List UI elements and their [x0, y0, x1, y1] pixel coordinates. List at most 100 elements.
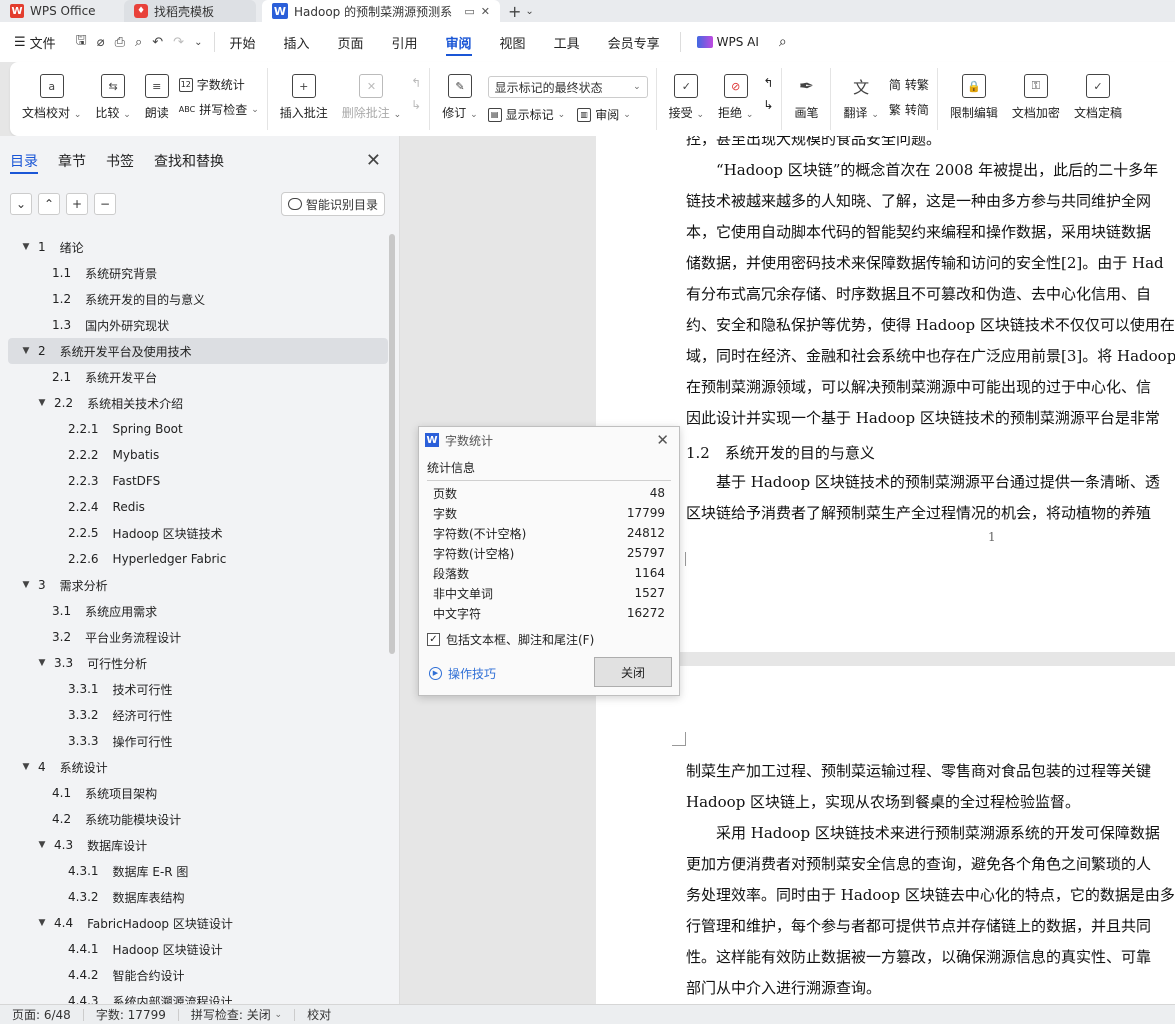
toc-item[interactable]: ▼ 2.2 系统相关技术介绍	[0, 390, 388, 416]
print-preview-icon[interactable]: ⌕	[135, 35, 142, 50]
toc-item[interactable]: 4.3.2 数据库表结构	[0, 884, 388, 910]
toc-item[interactable]: 4.4.2 智能合约设计	[0, 962, 388, 988]
toc-item[interactable]: 1.2 系统开发的目的与意义	[0, 286, 388, 312]
remove-heading-button[interactable]: −	[94, 193, 116, 215]
menu-insert[interactable]: 插入	[269, 22, 323, 62]
toc-item[interactable]: 2.2.1 Spring Boot	[0, 416, 388, 442]
toc-item[interactable]: 1.3 国内外研究现状	[0, 312, 388, 338]
to-traditional-button[interactable]: 简 转繁	[889, 76, 929, 93]
document-page[interactable]: 1 控，甚至出现大规模的食品安全问题。 “Hadoop 区块链”的概念首次在 2…	[596, 136, 1175, 652]
menu-review[interactable]: 审阅	[432, 22, 486, 62]
revise-button[interactable]: ✎ 修订 ⌄	[438, 74, 481, 121]
scrollbar-thumb[interactable]	[389, 234, 395, 654]
finalize-button[interactable]: ✓ 文档定稿	[1070, 74, 1126, 121]
toc-item[interactable]: 2.2.4 Redis	[0, 494, 388, 520]
chevron-down-icon[interactable]: ⌄	[194, 37, 202, 48]
include-textbox-checkbox[interactable]: ✓ 包括文本框、脚注和尾注(F)	[427, 631, 679, 648]
wps-ai-button[interactable]: WPS AI	[687, 35, 769, 49]
save-icon[interactable]: 🖫	[76, 31, 87, 53]
expand-arrow-icon[interactable]: ▼	[20, 346, 32, 356]
new-tab-button[interactable]: + ⌄	[508, 0, 534, 22]
word-count-indicator[interactable]: 字数: 17799	[84, 1008, 179, 1022]
document-page[interactable]: 制菜生产加工过程、预制菜运输过程、零售商对食品包装的过程等关键 Hadoop 区块…	[596, 666, 1175, 1004]
spell-check-button[interactable]: ABC 拼写检查 ⌄	[179, 101, 259, 118]
accept-button[interactable]: ✓ 接受 ⌄	[665, 74, 708, 121]
toc-item[interactable]: 2.2.3 FastDFS	[0, 468, 388, 494]
menu-view[interactable]: 视图	[486, 22, 540, 62]
menu-references[interactable]: 引用	[378, 22, 432, 62]
toc-item[interactable]: 3.3.1 技术可行性	[0, 676, 388, 702]
pen-button[interactable]: ✒ 画笔	[790, 74, 822, 121]
undo-icon[interactable]: ↶	[152, 35, 163, 50]
toc-item[interactable]: 4.1 系统项目架构	[0, 780, 388, 806]
expand-arrow-icon[interactable]: ▼	[20, 580, 32, 590]
close-icon[interactable]: ✕	[656, 431, 669, 449]
toc-item[interactable]: ▼ 4 系统设计	[0, 754, 388, 780]
restrict-edit-button[interactable]: 🔒 限制编辑	[946, 74, 1002, 121]
file-menu[interactable]: ☰ 文件	[10, 22, 66, 62]
window-icon[interactable]: ▭	[464, 5, 474, 18]
expand-arrow-icon[interactable]: ▼	[36, 918, 48, 928]
show-markup-button[interactable]: ▤ 显示标记 ⌄	[487, 106, 565, 123]
expand-down-button[interactable]: ⌄	[10, 193, 32, 215]
toc-item[interactable]: ▼ 3 需求分析	[0, 572, 388, 598]
toc-item[interactable]: 2.2.2 Mybatis	[0, 442, 388, 468]
previous-comment-button[interactable]: ↰	[411, 76, 421, 90]
delete-comment-button[interactable]: ✕ 删除批注 ⌄	[338, 74, 405, 121]
markup-state-select[interactable]: 显示标记的最终状态 ⌄	[487, 76, 648, 98]
search-button[interactable]: ⌕	[769, 34, 797, 50]
to-simplified-button[interactable]: 繁 转简	[889, 101, 929, 118]
tab-wps-office[interactable]: W WPS Office	[0, 0, 120, 22]
menu-tools[interactable]: 工具	[540, 22, 594, 62]
toc-item[interactable]: 2.2.6 Hyperledger Fabric	[0, 546, 388, 572]
tab-chapters[interactable]: 章节	[58, 136, 86, 186]
tab-find-replace[interactable]: 查找和替换	[154, 136, 224, 186]
toc-item[interactable]: ▼ 1 绪论	[0, 234, 388, 260]
next-comment-button[interactable]: ↳	[411, 98, 421, 112]
format-painter-icon[interactable]: ⌀	[97, 35, 105, 50]
tab-bookmarks[interactable]: 书签	[106, 136, 134, 186]
previous-change-button[interactable]: ↰	[763, 76, 773, 90]
add-heading-button[interactable]: +	[66, 193, 88, 215]
close-button[interactable]: 关闭	[594, 657, 672, 687]
toc-item[interactable]: 2.1 系统开发平台	[0, 364, 388, 390]
tab-docer-templates[interactable]: ♦ 找稻壳模板	[124, 0, 256, 22]
toc-item[interactable]: 4.4.3 系统内部溯源流程设计	[0, 988, 388, 1004]
toc-item[interactable]: ▼ 4.3 数据库设计	[0, 832, 388, 858]
reject-button[interactable]: ⊘ 拒绝 ⌄	[714, 74, 757, 121]
toc-item[interactable]: 3.3.2 经济可行性	[0, 702, 388, 728]
compare-button[interactable]: ⇆ 比较 ⌄	[91, 74, 134, 121]
expand-arrow-icon[interactable]: ▼	[20, 242, 32, 252]
translate-button[interactable]: 文 翻译 ⌄	[839, 74, 882, 121]
toc-item[interactable]: ▼ 4.4 FabricHadoop 区块链设计	[0, 910, 388, 936]
expand-arrow-icon[interactable]: ▼	[20, 762, 32, 772]
tips-link[interactable]: ▶ 操作技巧	[429, 665, 496, 682]
spell-check-indicator[interactable]: 拼写检查: 关闭 ⌄	[179, 1008, 296, 1022]
menu-page[interactable]: 页面	[324, 22, 378, 62]
toc-item[interactable]: 4.2 系统功能模块设计	[0, 806, 388, 832]
close-tab-icon[interactable]: ✕	[481, 5, 490, 18]
toc-item[interactable]: 3.1 系统应用需求	[0, 598, 388, 624]
toc-item[interactable]: 2.2.5 Hadoop 区块链技术	[0, 520, 388, 546]
toc-item[interactable]: 3.2 平台业务流程设计	[0, 624, 388, 650]
toc-item[interactable]: ▼ 2 系统开发平台及使用技术	[8, 338, 388, 364]
proof-indicator[interactable]: 校对	[295, 1008, 343, 1022]
expand-arrow-icon[interactable]: ▼	[36, 840, 48, 850]
tab-toc[interactable]: 目录	[10, 136, 38, 186]
toc-scrollbar[interactable]	[389, 234, 395, 994]
close-icon[interactable]: ✕	[366, 150, 381, 171]
proofread-button[interactable]: a 文档校对 ⌄	[18, 74, 85, 121]
print-icon[interactable]: ⎙	[115, 35, 125, 50]
smart-toc-button[interactable]: 智能识别目录	[280, 192, 385, 216]
next-change-button[interactable]: ↳	[763, 98, 773, 112]
toc-item[interactable]: 4.4.1 Hadoop 区块链设计	[0, 936, 388, 962]
word-count-button[interactable]: 12 字数统计	[178, 76, 259, 93]
tab-document[interactable]: W Hadoop 的预制菜溯源预测系 ▭ ✕	[262, 0, 500, 22]
menu-home[interactable]: 开始	[215, 22, 269, 62]
toc-item[interactable]: 4.3.1 数据库 E-R 图	[0, 858, 388, 884]
page-indicator[interactable]: 页面: 6/48	[0, 1008, 84, 1022]
expand-arrow-icon[interactable]: ▼	[36, 658, 48, 668]
expand-arrow-icon[interactable]: ▼	[36, 398, 48, 408]
redo-icon[interactable]: ↷	[173, 35, 184, 50]
insert-comment-button[interactable]: + 插入批注	[276, 74, 332, 121]
